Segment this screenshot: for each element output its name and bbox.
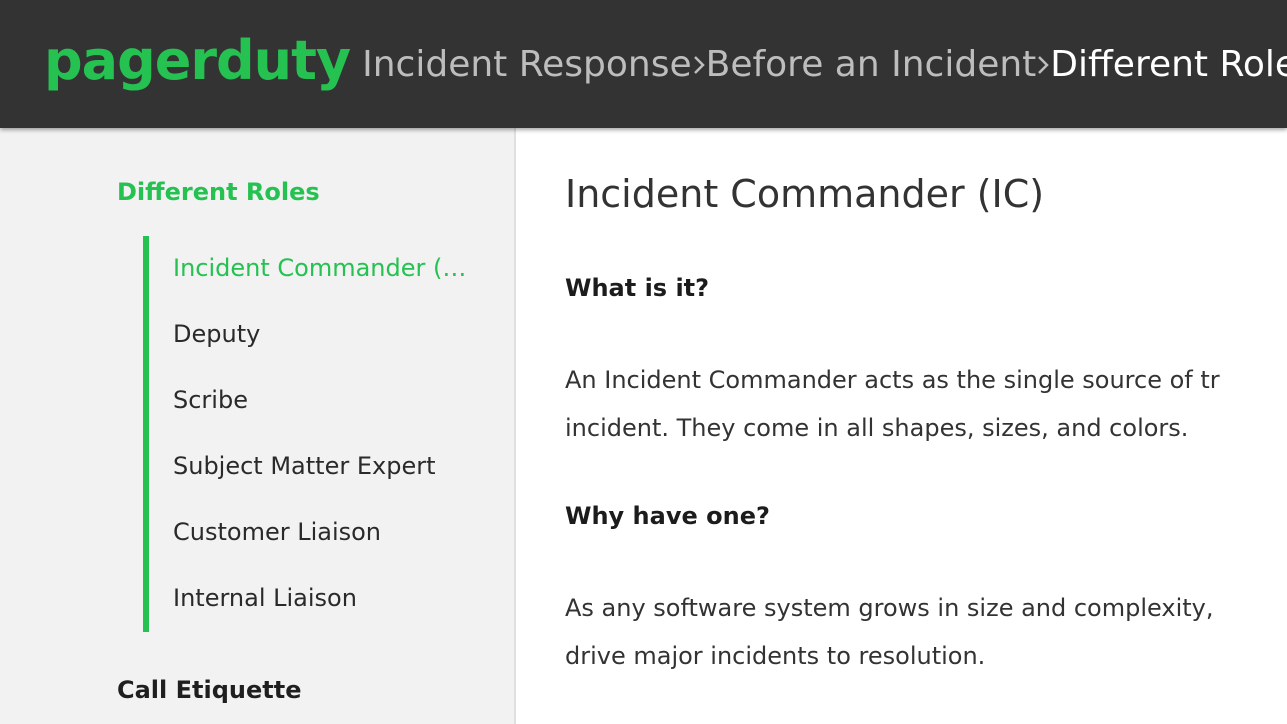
sidebar-section-different-roles[interactable]: Different Roles [117, 178, 320, 206]
paragraph-line: An Incident Commander acts as the single… [565, 366, 1220, 394]
pagerduty-logo[interactable]: pagerduty [44, 34, 351, 88]
sidebar-item-internal-liaison[interactable]: Internal Liaison [173, 584, 473, 612]
paragraph-why-have-one: As any software system grows in size and… [565, 584, 1287, 680]
paragraph-line: As any software system grows in size and… [565, 594, 1214, 622]
heading-why-have-one: Why have one? [565, 502, 770, 530]
sidebar-section-call-etiquette[interactable]: Call Etiquette [117, 676, 301, 704]
paragraph-what-is-it: An Incident Commander acts as the single… [565, 356, 1287, 452]
sidebar-item-subject-matter-expert[interactable]: Subject Matter Expert [173, 452, 473, 480]
breadcrumb-incident-response[interactable]: Incident Response [362, 44, 692, 85]
sidebar-item-customer-liaison[interactable]: Customer Liaison [173, 518, 473, 546]
paragraph-line: incident. They come in all shapes, sizes… [565, 414, 1189, 442]
page-title: Incident Commander (IC) [565, 172, 1045, 216]
top-header: pagerduty Incident Response Before an In… [0, 0, 1287, 128]
main-content: Incident Commander (IC) What is it? An I… [518, 128, 1287, 724]
sidebar-item-scribe[interactable]: Scribe [173, 386, 473, 414]
chevron-right-icon [1036, 47, 1050, 82]
breadcrumb-current-page: Different Roles [1050, 43, 1287, 85]
sidebar-subnav: Incident Commander (IC) Deputy Scribe Su… [143, 236, 473, 632]
paragraph-line: drive major incidents to resolution. [565, 642, 986, 670]
chevron-right-icon [692, 47, 706, 82]
heading-what-is-it: What is it? [565, 274, 710, 302]
sidebar-item-deputy[interactable]: Deputy [173, 320, 473, 348]
breadcrumb-before-an-incident[interactable]: Before an Incident [706, 44, 1037, 85]
sidebar-item-incident-commander[interactable]: Incident Commander (IC) [173, 254, 473, 282]
sidebar-nav: Different Roles Incident Commander (IC) … [0, 128, 516, 724]
